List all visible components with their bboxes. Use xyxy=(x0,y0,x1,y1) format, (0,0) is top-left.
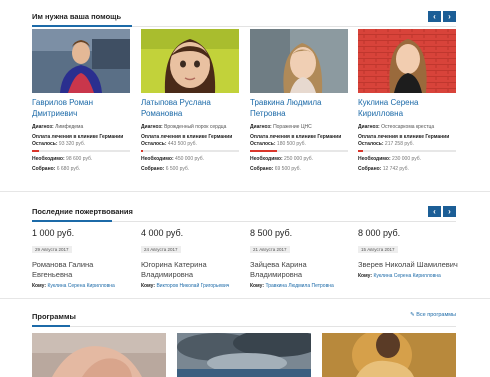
donation-date: 24 Августа 2017 xyxy=(141,246,181,253)
child-card[interactable]: Травкина Людмила Петровна Диагноз: Пораж… xyxy=(250,29,348,172)
child-card[interactable]: Куклина Серена Кирилловна Диагноз: Остео… xyxy=(358,29,456,172)
funding-progress-bar xyxy=(141,150,239,152)
donation-amount: 1 000 руб. xyxy=(32,228,75,238)
recipient-link[interactable]: Куклина Серена Кирилловна xyxy=(373,273,440,279)
donations-section-title: Последние пожертвования xyxy=(32,207,133,216)
donation-date: 21 Августа 2017 xyxy=(250,246,290,253)
child-photo[interactable] xyxy=(32,29,130,93)
collected-amount: Собрано: 69 500 руб. xyxy=(250,166,301,172)
recipient-link[interactable]: Викторов Николай Григорьевич xyxy=(156,283,229,289)
program-image[interactable] xyxy=(322,333,456,377)
child-photo[interactable] xyxy=(358,29,456,93)
help-section-title: Им нужна ваша помощь xyxy=(32,12,122,21)
diagnosis: Диагноз: Врожденный порок сердца xyxy=(141,124,227,130)
funding-progress-fill xyxy=(358,150,363,152)
help-next-button[interactable]: › xyxy=(443,11,456,22)
child-name-link[interactable]: Травкина Людмила Петровна xyxy=(250,98,348,119)
child-card[interactable]: Гаврилов Роман Дмитриевич Диагноз: Лимфе… xyxy=(32,29,130,172)
help-section-header: Им нужна ваша помощь ‹ › xyxy=(32,9,456,27)
donation-item: 8 500 руб. 21 Августа 2017 Зайцева Карин… xyxy=(250,228,350,289)
programs-section-header: Программы ✎ Все программы xyxy=(32,309,456,327)
treatment-purpose: Оплата лечения в клинике Германии xyxy=(141,134,233,140)
donations-title-underline xyxy=(32,220,112,222)
funding-progress-bar xyxy=(32,150,130,152)
help-prev-button[interactable]: ‹ xyxy=(428,11,441,22)
programs-title-underline xyxy=(32,325,70,327)
child-photo[interactable] xyxy=(250,29,348,93)
program-image[interactable] xyxy=(177,333,311,377)
child-name-link[interactable]: Латыпова Руслана Романовна xyxy=(141,98,239,119)
donations-next-button[interactable]: › xyxy=(443,206,456,217)
donor-name: Зверев Николай Шамилевич xyxy=(358,260,458,269)
section-divider xyxy=(0,298,490,299)
remaining-amount: Осталось: 443 500 руб. xyxy=(141,141,197,147)
donations-section-header: Последние пожертвования ‹ › xyxy=(32,204,456,222)
needed-amount: Необходимо: 230 000 руб. xyxy=(358,156,422,162)
diagnosis: Диагноз: Лимфедема xyxy=(32,124,84,130)
child-name-link[interactable]: Куклина Серена Кирилловна xyxy=(358,98,456,119)
needed-amount: Необходимо: 450 000 руб. xyxy=(141,156,205,162)
funding-progress-bar xyxy=(358,150,456,152)
child-card[interactable]: Латыпова Руслана Романовна Диагноз: Врож… xyxy=(141,29,239,172)
donation-recipient: Кому: Викторов Николай Григорьевич xyxy=(141,283,230,289)
recipient-link[interactable]: Куклина Серена Кирилловна xyxy=(47,283,114,289)
collected-amount: Собрано: 6 500 руб. xyxy=(141,166,190,172)
needed-amount: Необходимо: 98 600 руб. xyxy=(32,156,93,162)
donation-amount: 8 000 руб. xyxy=(358,228,401,238)
section-divider xyxy=(0,191,490,192)
donations-carousel-nav: ‹ › xyxy=(428,206,456,217)
funding-progress-fill xyxy=(250,150,277,152)
funding-progress-fill xyxy=(32,150,39,152)
programs-section-title: Программы xyxy=(32,312,76,321)
donation-item: 4 000 руб. 24 Августа 2017 Югорина Катер… xyxy=(141,228,241,289)
donation-recipient: Кому: Куклина Серена Кирилловна xyxy=(358,273,441,279)
donation-amount: 8 500 руб. xyxy=(250,228,293,238)
donation-item: 1 000 руб. 29 Августа 2017 Романова Гали… xyxy=(32,228,132,289)
collected-amount: Собрано: 12 742 руб. xyxy=(358,166,409,172)
donor-name: Романова Галина Евгеньевна xyxy=(32,260,94,279)
all-programs-link[interactable]: ✎ Все программы xyxy=(410,312,456,318)
donation-recipient: Кому: Куклина Серена Кирилловна xyxy=(32,283,115,289)
donor-name: Югорина Катерина Владимировна xyxy=(141,260,207,279)
remaining-amount: Осталось: 217 258 руб. xyxy=(358,141,414,147)
donation-item: 8 000 руб. 15 Августа 2017 Зверев Никола… xyxy=(358,228,458,279)
funding-progress-bar xyxy=(250,150,348,152)
child-name-link[interactable]: Гаврилов Роман Дмитриевич xyxy=(32,98,130,119)
collected-amount: Собрано: 6 680 руб. xyxy=(32,166,81,172)
donation-date: 15 Августа 2017 xyxy=(358,246,398,253)
help-carousel-nav: ‹ › xyxy=(428,11,456,22)
help-title-underline xyxy=(32,25,132,27)
diagnosis: Диагноз: Поражение ЦНС xyxy=(250,124,312,130)
recipient-link[interactable]: Травкина Людмила Петровна xyxy=(265,283,333,289)
donation-recipient: Кому: Травкина Людмила Петровна xyxy=(250,283,334,289)
donation-amount: 4 000 руб. xyxy=(141,228,184,238)
program-image[interactable] xyxy=(32,333,166,377)
funding-progress-fill xyxy=(141,150,143,152)
treatment-purpose: Оплата лечения в клинике Германии xyxy=(250,134,342,140)
remaining-amount: Осталось: 93 320 руб. xyxy=(32,141,86,147)
treatment-purpose: Оплата лечения в клинике Германии xyxy=(32,134,124,140)
donor-name: Зайцева Карина Владимировна xyxy=(250,260,307,279)
diagnosis: Диагноз: Остеосаркома крестца xyxy=(358,124,435,130)
treatment-purpose: Оплата лечения в клинике Германии xyxy=(358,134,450,140)
donations-prev-button[interactable]: ‹ xyxy=(428,206,441,217)
remaining-amount: Осталось: 180 500 руб. xyxy=(250,141,306,147)
donation-date: 29 Августа 2017 xyxy=(32,246,72,253)
child-photo[interactable] xyxy=(141,29,239,93)
needed-amount: Необходимо: 250 000 руб. xyxy=(250,156,314,162)
